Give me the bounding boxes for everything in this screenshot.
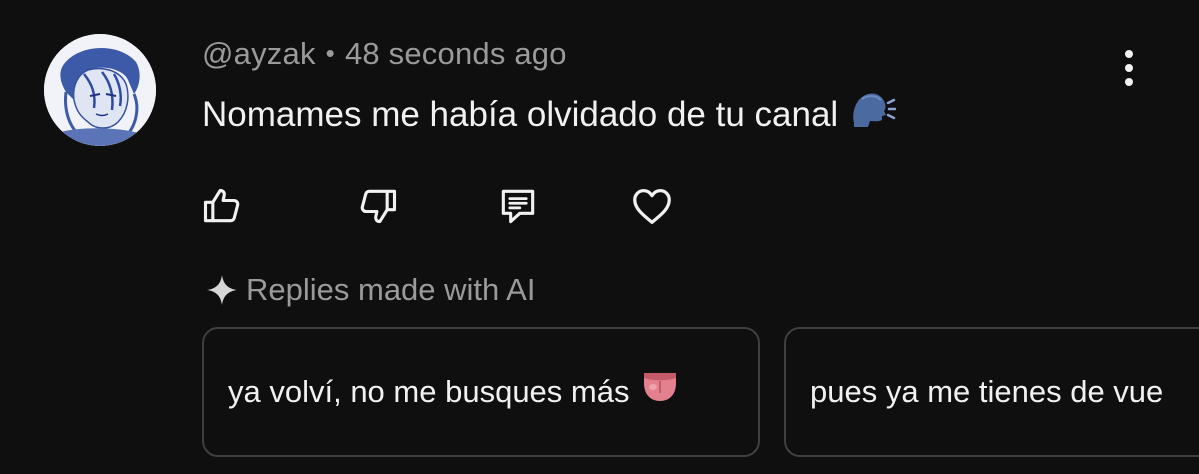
heart-icon	[633, 189, 671, 224]
ai-replies-label: Replies made with AI	[204, 272, 535, 308]
suggestion-text: pues ya me tienes de vue	[810, 374, 1164, 409]
comment-timestamp: 48 seconds ago	[344, 36, 567, 71]
comment-actions	[0, 182, 1199, 230]
ai-replies-text: Replies made with AI	[246, 272, 536, 307]
kebab-dot-bottom	[1125, 78, 1133, 86]
kebab-dot-top	[1125, 50, 1133, 58]
comment-body: Nomames me había olvidado de tu canal	[202, 89, 897, 141]
comment-screen: @ayzak • 48 seconds ago Nomames me había o…	[0, 0, 1199, 474]
meta-separator: •	[325, 38, 335, 68]
reply-button[interactable]	[494, 182, 542, 230]
ai-reply-suggestion[interactable]: pues ya me tienes de vue	[784, 327, 1199, 457]
tongue-icon	[641, 369, 679, 411]
suggestion-text: ya volví, no me busques más	[228, 374, 630, 409]
comment-meta: @ayzak • 48 seconds ago	[202, 36, 567, 72]
comment-icon	[501, 189, 535, 224]
heart-button[interactable]	[628, 182, 676, 230]
kebab-dot-middle	[1125, 64, 1133, 72]
like-button[interactable]	[198, 182, 246, 230]
thumbs-down-icon	[360, 189, 397, 224]
thumbs-up-icon	[203, 188, 240, 223]
speaking-head-icon	[848, 89, 897, 138]
more-vertical-icon[interactable]	[1112, 46, 1146, 90]
dislike-button[interactable]	[354, 182, 402, 230]
comment-text: Nomames me había olvidado de tu canal	[202, 94, 839, 134]
avatar[interactable]	[44, 34, 156, 146]
avatar-illustration-icon	[44, 34, 156, 146]
sparkle-icon	[207, 275, 237, 305]
author-handle[interactable]: @ayzak	[202, 36, 316, 71]
ai-reply-suggestion[interactable]: ya volví, no me busques más	[202, 327, 760, 457]
